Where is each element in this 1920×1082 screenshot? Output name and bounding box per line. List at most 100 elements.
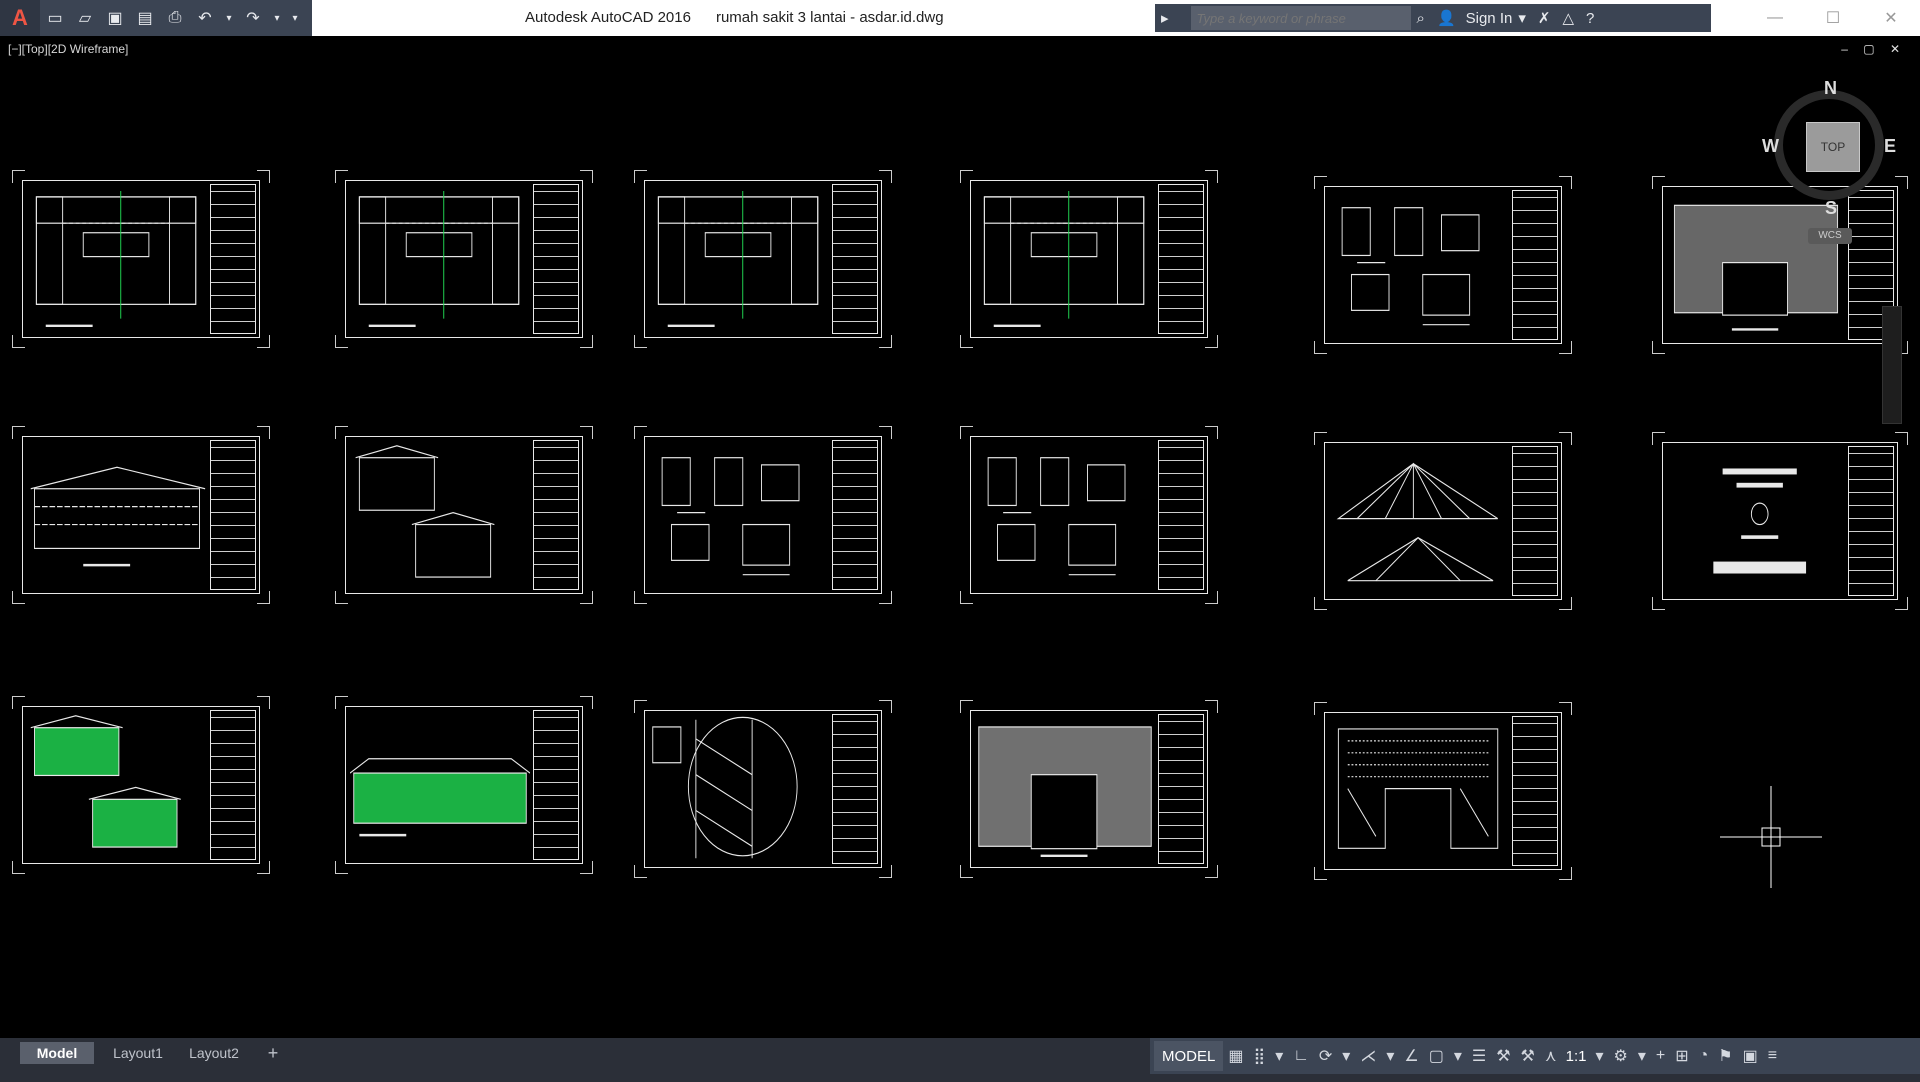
drawing-sheet[interactable]: [1314, 432, 1572, 610]
title-block: [533, 184, 579, 334]
autodesk360-icon[interactable]: △: [1562, 9, 1574, 27]
navigation-bar[interactable]: [1882, 306, 1902, 424]
close-button[interactable]: ✕: [1862, 0, 1920, 36]
title-block: [1158, 184, 1204, 334]
snap-dropdown-icon[interactable]: ▾: [1275, 1046, 1283, 1066]
scale-dropdown-icon[interactable]: ▾: [1595, 1046, 1603, 1066]
grid-icon[interactable]: ▦: [1228, 1046, 1243, 1066]
quick-properties-icon[interactable]: ◔: [1699, 1047, 1709, 1065]
drawing-sheet[interactable]: [634, 426, 892, 604]
expand-search-icon[interactable]: ▸: [1161, 9, 1169, 27]
new-icon[interactable]: ▭: [42, 6, 68, 30]
sheet-frame: [970, 436, 1208, 594]
drawing-sheet[interactable]: [634, 170, 892, 348]
undo-dropdown-icon[interactable]: ▾: [222, 6, 236, 30]
workspace-dropdown-icon[interactable]: ▾: [1638, 1046, 1646, 1066]
sheet-drawing: [1667, 447, 1845, 595]
units-icon[interactable]: ⊞: [1675, 1046, 1688, 1066]
sheet-drawing: [975, 441, 1155, 589]
lineweight-icon[interactable]: ☰: [1472, 1046, 1486, 1066]
object-snap-tracking-icon[interactable]: ∠: [1404, 1046, 1418, 1066]
title-bar: A ▭ ▱ ▣ ▤ ⎙ ↶ ▾ ↷ ▾ ▾ Autodesk AutoCAD 2…: [0, 0, 1920, 36]
sheet-frame: [345, 706, 583, 864]
redo-dropdown-icon[interactable]: ▾: [270, 6, 284, 30]
wcs-menu[interactable]: WCS: [1808, 228, 1852, 244]
search-input[interactable]: [1190, 6, 1411, 30]
drawing-viewport[interactable]: [−][Top][2D Wireframe] – ▢ ✕ TOP N S E W…: [0, 36, 1920, 1040]
title-block: [832, 714, 878, 864]
compass-north[interactable]: N: [1824, 78, 1837, 99]
open-icon[interactable]: ▱: [72, 6, 98, 30]
customization-menu-icon[interactable]: ≡: [1768, 1047, 1777, 1065]
annotation-scale-value[interactable]: 1:1: [1566, 1048, 1587, 1065]
drawing-sheet[interactable]: [12, 426, 270, 604]
polar-dropdown-icon[interactable]: ▾: [1342, 1046, 1350, 1066]
sheet-drawing: [975, 185, 1155, 333]
drawing-sheet[interactable]: [1314, 176, 1572, 354]
sign-in-dropdown-icon[interactable]: ▾: [1518, 9, 1526, 27]
sheet-frame: [970, 180, 1208, 338]
ortho-icon[interactable]: ∟: [1293, 1047, 1309, 1065]
snap-icon[interactable]: ⣿: [1253, 1046, 1265, 1066]
add-layout-button[interactable]: +: [258, 1042, 288, 1064]
minimize-button[interactable]: —: [1746, 0, 1804, 36]
drawing-sheet[interactable]: [1652, 432, 1908, 610]
drawing-sheet[interactable]: [960, 700, 1218, 878]
tab-model[interactable]: Model: [20, 1042, 94, 1064]
isolate-objects-icon[interactable]: ⚑: [1718, 1046, 1732, 1066]
drawing-sheet[interactable]: [960, 170, 1218, 348]
sheet-frame: [1324, 442, 1562, 600]
tab-layout1[interactable]: Layout1: [98, 1042, 178, 1064]
binoculars-icon[interactable]: ⌕: [1417, 10, 1425, 27]
viewport-label[interactable]: [−][Top][2D Wireframe]: [8, 42, 128, 56]
compass-west[interactable]: W: [1762, 136, 1779, 157]
window-title: Autodesk AutoCAD 2016 rumah sakit 3 lant…: [525, 9, 944, 26]
annotation-scale-icon[interactable]: ⋏: [1545, 1046, 1557, 1066]
isodraft-icon[interactable]: ⋌: [1360, 1046, 1376, 1066]
save-icon[interactable]: ▣: [102, 6, 128, 30]
workspace-gear-icon[interactable]: ⚙: [1614, 1046, 1628, 1066]
viewcube[interactable]: TOP N S E W: [1762, 78, 1902, 218]
maximize-button[interactable]: ☐: [1804, 0, 1862, 36]
object-snap-dropdown-icon[interactable]: ▾: [1454, 1046, 1462, 1066]
infocenter-bar: ▸ ⌕ 👤 Sign In ▾ ✗ △ ?: [1155, 4, 1711, 32]
drawing-sheet[interactable]: [960, 426, 1218, 604]
sheet-frame: [1662, 442, 1898, 600]
drawing-sheet[interactable]: [335, 696, 593, 874]
drawing-sheet[interactable]: [1314, 702, 1572, 880]
application-menu-button[interactable]: A: [0, 0, 40, 36]
clean-screen-icon[interactable]: ▣: [1743, 1046, 1758, 1066]
polar-tracking-icon[interactable]: ⟳: [1319, 1046, 1332, 1066]
sheet-drawing: [1329, 447, 1509, 595]
redo-icon[interactable]: ↷: [240, 6, 266, 30]
tab-layout2[interactable]: Layout2: [180, 1042, 248, 1064]
title-block: [1512, 716, 1558, 866]
drawing-sheet[interactable]: [12, 170, 270, 348]
sheet-drawing: [975, 715, 1155, 863]
sheet-drawing: [1329, 191, 1509, 339]
viewcube-top-face[interactable]: TOP: [1806, 122, 1860, 172]
exchange-apps-icon[interactable]: ✗: [1538, 9, 1551, 27]
help-icon[interactable]: ?: [1586, 10, 1594, 27]
title-block: [533, 440, 579, 590]
annotation-visibility-icon[interactable]: ⚒: [1496, 1046, 1510, 1066]
undo-icon[interactable]: ↶: [192, 6, 218, 30]
isodraft-dropdown-icon[interactable]: ▾: [1386, 1046, 1394, 1066]
auto-scale-icon[interactable]: ⚒: [1521, 1046, 1535, 1066]
drawing-sheet[interactable]: [335, 426, 593, 604]
drawing-sheet[interactable]: [634, 700, 892, 878]
compass-south[interactable]: S: [1825, 198, 1837, 219]
customize-toolbar-icon[interactable]: ▾: [288, 6, 302, 30]
viewport-controls[interactable]: – ▢ ✕: [1841, 42, 1906, 56]
annotation-monitor-icon[interactable]: +: [1656, 1047, 1665, 1065]
sheet-drawing: [27, 185, 207, 333]
save-as-icon[interactable]: ▤: [132, 6, 158, 30]
plot-icon[interactable]: ⎙: [162, 6, 188, 30]
drawing-sheet[interactable]: [335, 170, 593, 348]
object-snap-icon[interactable]: ▢: [1429, 1046, 1444, 1066]
model-space-button[interactable]: MODEL: [1154, 1041, 1224, 1071]
drawing-sheet[interactable]: [12, 696, 270, 874]
compass-east[interactable]: E: [1884, 136, 1896, 157]
sign-in-button[interactable]: Sign In: [1466, 10, 1513, 27]
title-block: [1512, 446, 1558, 596]
